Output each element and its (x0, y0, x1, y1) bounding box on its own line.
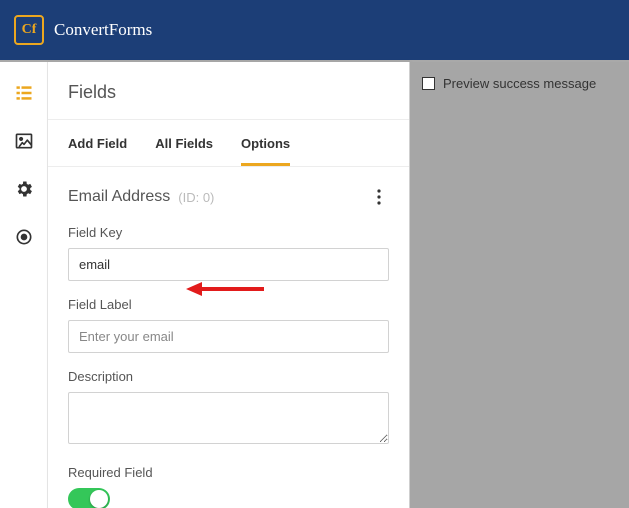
field-settings: Email Address (ID: 0) Field Key Field La… (48, 167, 409, 508)
brand-name: ConvertForms (54, 20, 152, 40)
group-field-key: Field Key (68, 225, 389, 281)
field-header: Email Address (ID: 0) (68, 187, 389, 207)
preview-success-row: Preview success message (422, 76, 617, 91)
label-description: Description (68, 369, 389, 384)
tabs: Add Field All Fields Options (48, 120, 409, 167)
input-field-key[interactable] (68, 248, 389, 281)
preview-area: Preview success message (410, 62, 629, 508)
group-field-label: Field Label (68, 297, 389, 353)
toggle-required[interactable] (68, 488, 110, 508)
label-required: Required Field (68, 465, 389, 480)
panel-title: Fields (48, 62, 409, 120)
side-nav (0, 62, 48, 508)
field-id: (ID: 0) (178, 190, 214, 205)
tab-add-field[interactable]: Add Field (68, 120, 127, 166)
kebab-menu-icon[interactable] (369, 187, 389, 207)
label-field-label: Field Label (68, 297, 389, 312)
nav-settings-icon[interactable] (13, 178, 35, 200)
fields-panel: Fields Add Field All Fields Options Emai… (48, 62, 410, 508)
checkbox-preview-success[interactable] (422, 77, 435, 90)
label-preview-success: Preview success message (443, 76, 596, 91)
nav-target-icon[interactable] (13, 226, 35, 248)
field-title: Email Address (68, 188, 170, 206)
group-required: Required Field (68, 465, 389, 508)
input-field-label[interactable] (68, 320, 389, 353)
nav-image-icon[interactable] (13, 130, 35, 152)
toggle-knob (90, 490, 108, 508)
nav-fields-icon[interactable] (13, 82, 35, 104)
tab-options[interactable]: Options (241, 120, 290, 166)
tab-all-fields[interactable]: All Fields (155, 120, 213, 166)
textarea-description[interactable] (68, 392, 389, 444)
logo-icon: Cf (14, 15, 44, 45)
label-field-key: Field Key (68, 225, 389, 240)
top-bar: Cf ConvertForms (0, 0, 629, 60)
annotation-arrow-icon (186, 279, 264, 299)
group-description: Description (68, 369, 389, 449)
workspace: Fields Add Field All Fields Options Emai… (0, 62, 629, 508)
